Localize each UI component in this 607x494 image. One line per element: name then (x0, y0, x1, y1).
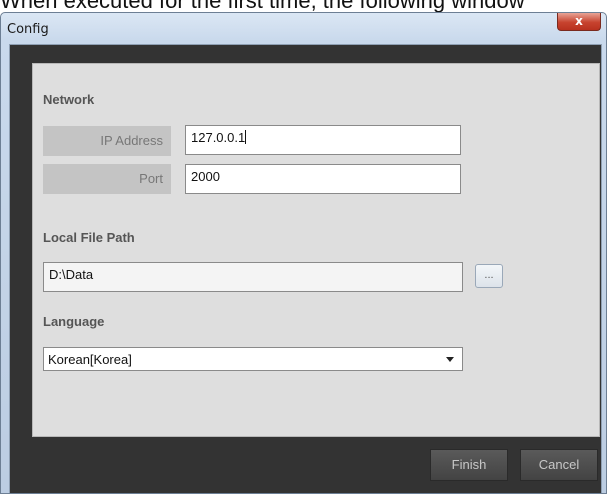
local-file-path-value: D:\Data (49, 267, 94, 282)
finish-button[interactable]: Finish (430, 449, 508, 481)
ip-address-input[interactable]: 127.0.0.1 (185, 125, 461, 155)
text-cursor (245, 130, 247, 144)
config-window: Config x Network IP Address 127.0.0.1 Po… (0, 12, 607, 494)
chevron-down-icon (446, 357, 454, 362)
ip-address-value: 127.0.0.1 (191, 130, 246, 145)
window-title: Config (7, 22, 49, 37)
ip-address-label: IP Address (43, 126, 171, 156)
title-bar[interactable]: Config x (1, 13, 606, 43)
browse-button[interactable]: ... (475, 264, 503, 288)
port-label: Port (43, 164, 171, 194)
language-selected-value: Korean[Korea] (48, 352, 132, 367)
close-icon: x (575, 14, 583, 28)
local-file-path-heading: Local File Path (43, 230, 135, 245)
network-heading: Network (43, 92, 95, 107)
close-button[interactable]: x (557, 13, 601, 31)
settings-panel: Network IP Address 127.0.0.1 Port 2000 L… (32, 63, 600, 437)
port-input[interactable]: 2000 (185, 164, 461, 194)
language-select[interactable]: Korean[Korea] (43, 347, 463, 371)
cancel-button[interactable]: Cancel (520, 449, 598, 481)
local-file-path-input[interactable]: D:\Data (43, 262, 463, 292)
dialog-body: Network IP Address 127.0.0.1 Port 2000 L… (9, 44, 602, 493)
port-value: 2000 (191, 169, 220, 184)
language-heading: Language (43, 314, 105, 329)
